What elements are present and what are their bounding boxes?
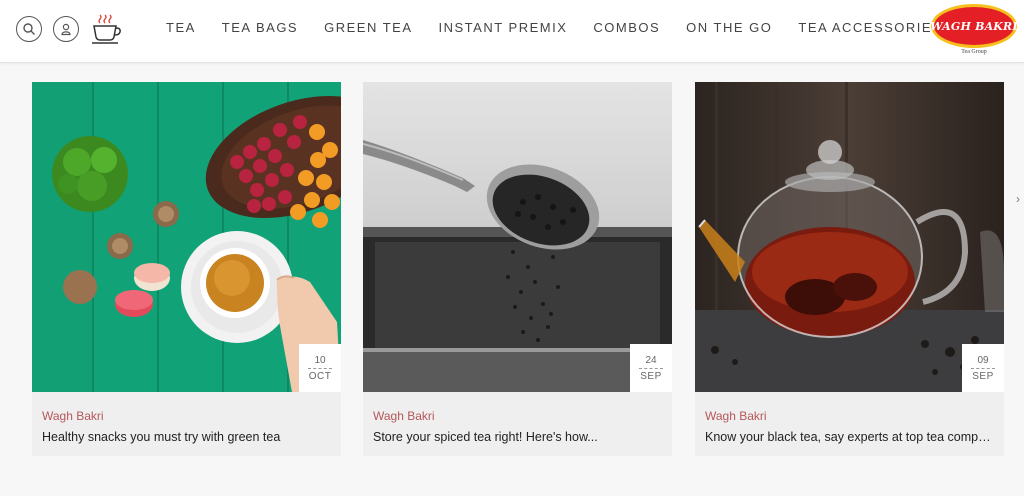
blog-card[interactable]: 09 SEP Wagh Bakri Know your black tea, s… xyxy=(695,82,1004,456)
blog-card-image[interactable]: 09 SEP xyxy=(695,82,1004,392)
green-tea-snacks-image xyxy=(32,82,341,392)
date-badge: 10 OCT xyxy=(299,344,341,392)
blog-card[interactable]: 24 SEP Wagh Bakri Store your spiced tea … xyxy=(363,82,672,456)
date-badge: 09 SEP xyxy=(962,344,1004,392)
date-day: 09 xyxy=(971,355,995,369)
nav-item-tea-accessories[interactable]: TEA ACCESSORIES xyxy=(798,20,942,36)
nav-item-green-tea[interactable]: GREEN TEA xyxy=(324,20,412,36)
black-tea-teapot-image xyxy=(695,82,1004,392)
nav-item-combos[interactable]: COMBOS xyxy=(593,20,660,36)
date-month: SEP xyxy=(972,371,994,382)
blog-card[interactable]: 10 OCT Wagh Bakri Healthy snacks you mus… xyxy=(32,82,341,456)
nav-item-tea[interactable]: TEA xyxy=(166,20,196,36)
tea-cup-icon xyxy=(92,14,121,44)
blog-card-image[interactable]: 10 OCT xyxy=(32,82,341,392)
cart-button[interactable] xyxy=(90,12,124,46)
spiced-tea-spoon-image xyxy=(363,82,672,392)
card-title[interactable]: Store your spiced tea right! Here's how.… xyxy=(373,429,662,445)
card-author[interactable]: Wagh Bakri xyxy=(373,409,662,423)
blog-card-body: Wagh Bakri Store your spiced tea right! … xyxy=(363,392,672,456)
date-month: OCT xyxy=(308,371,332,382)
card-title[interactable]: Healthy snacks you must try with green t… xyxy=(42,429,331,445)
logo-brand-text: WAGH BAKRI xyxy=(930,19,1018,33)
nav-item-tea-bags[interactable]: TEA BAGS xyxy=(222,20,298,36)
blog-card-body: Wagh Bakri Know your black tea, say expe… xyxy=(695,392,1004,456)
main-nav: TEA TEA BAGS GREEN TEA INSTANT PREMIX CO… xyxy=(166,20,968,36)
blog-card-image[interactable]: 24 SEP xyxy=(363,82,672,392)
brand-logo[interactable]: WAGH BAKRI Tea Group xyxy=(930,4,1018,58)
nav-item-instant-premix[interactable]: INSTANT PREMIX xyxy=(439,20,568,36)
date-day: 10 xyxy=(308,355,332,369)
search-icon xyxy=(23,23,35,35)
card-author[interactable]: Wagh Bakri xyxy=(42,409,331,423)
date-day: 24 xyxy=(639,355,663,369)
blog-card-body: Wagh Bakri Healthy snacks you must try w… xyxy=(32,392,341,456)
search-button[interactable] xyxy=(16,16,42,42)
logo-oval: WAGH BAKRI xyxy=(930,4,1018,48)
logo-subtitle: Tea Group xyxy=(961,49,987,55)
carousel-next-icon[interactable]: › xyxy=(1016,192,1020,206)
date-month: SEP xyxy=(640,371,662,382)
card-title[interactable]: Know your black tea, say experts at top … xyxy=(705,429,994,445)
user-icon xyxy=(61,23,71,36)
nav-item-on-the-go[interactable]: ON THE GO xyxy=(686,20,772,36)
date-badge: 24 SEP xyxy=(630,344,672,392)
account-button[interactable] xyxy=(53,16,79,42)
site-header: TEA TEA BAGS GREEN TEA INSTANT PREMIX CO… xyxy=(0,0,1024,63)
card-author[interactable]: Wagh Bakri xyxy=(705,409,994,423)
